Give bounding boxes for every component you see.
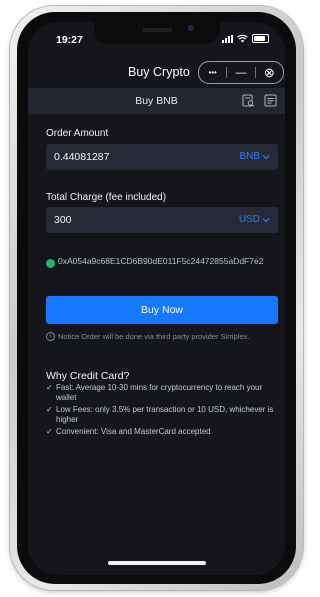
speaker	[142, 28, 172, 32]
list-item: ✓ Convenient: Visa and MasterCard accept…	[46, 427, 278, 437]
list-item-text: Convenient: Visa and MasterCard accepted	[56, 427, 211, 436]
check-icon: ✓	[46, 383, 53, 392]
list-item-text: Fast: Average 10-30 mins for cryptocurre…	[56, 383, 263, 402]
minimize-icon[interactable]: —	[227, 62, 254, 83]
order-unit-label: BNB	[239, 151, 260, 162]
total-charge-field[interactable]: 300 USD	[46, 207, 278, 233]
app-screen: 19:27 Buy Crypto ••• — ⊗ Buy BNB Order A…	[28, 22, 285, 575]
why-credit-card-list: ✓ Fast: Average 10-30 mins for cryptocur…	[46, 383, 278, 439]
chevron-down-icon	[262, 154, 270, 159]
wifi-icon	[237, 34, 248, 43]
mini-program-capsule: ••• — ⊗	[198, 61, 284, 84]
battery-icon	[252, 34, 269, 43]
buy-now-button[interactable]: Buy Now	[46, 296, 278, 324]
notice: i Notice Order will be done via third pa…	[46, 332, 249, 341]
chevron-down-icon	[262, 217, 270, 222]
check-icon: ✓	[46, 427, 53, 436]
close-icon[interactable]: ⊗	[256, 62, 283, 83]
notice-text: Notice Order will be done via third part…	[58, 332, 250, 341]
total-charge-label: Total Charge (fee included)	[46, 192, 167, 203]
order-unit-select[interactable]: BNB	[239, 151, 270, 162]
total-charge-value: 300	[54, 214, 72, 226]
list-item: ✓ Low Fees: only 3.5% per transaction or…	[46, 405, 278, 425]
status-icons	[222, 34, 269, 43]
wallet-status-icon	[46, 259, 55, 268]
search-document-icon[interactable]	[242, 94, 255, 107]
more-icon[interactable]: •••	[199, 62, 226, 83]
charge-unit-label: USD	[238, 214, 260, 225]
info-icon: i	[46, 332, 55, 341]
check-icon: ✓	[46, 405, 53, 414]
charge-unit-select[interactable]: USD	[239, 214, 270, 225]
list-item: ✓ Fast: Average 10-30 mins for cryptocur…	[46, 383, 278, 403]
notch	[94, 22, 220, 44]
home-indicator[interactable]	[108, 561, 206, 565]
page-title: Buy Crypto	[128, 65, 190, 79]
list-item-text: Low Fees: only 3.5% per transaction or 1…	[56, 405, 274, 424]
subheader: Buy BNB	[28, 88, 285, 114]
list-icon[interactable]	[264, 94, 277, 107]
wallet-address: 0xA054a9c68E1CD6B90dE011F5c24472855aDdF7…	[58, 256, 264, 266]
signal-icon	[222, 34, 233, 43]
order-amount-label: Order Amount	[46, 128, 109, 139]
order-amount-field[interactable]: 0.44081287 BNB	[46, 144, 278, 170]
order-amount-value: 0.44081287	[54, 151, 110, 163]
camera	[188, 25, 194, 31]
why-credit-card-title: Why Credit Card?	[46, 370, 130, 382]
status-time: 19:27	[56, 34, 83, 46]
